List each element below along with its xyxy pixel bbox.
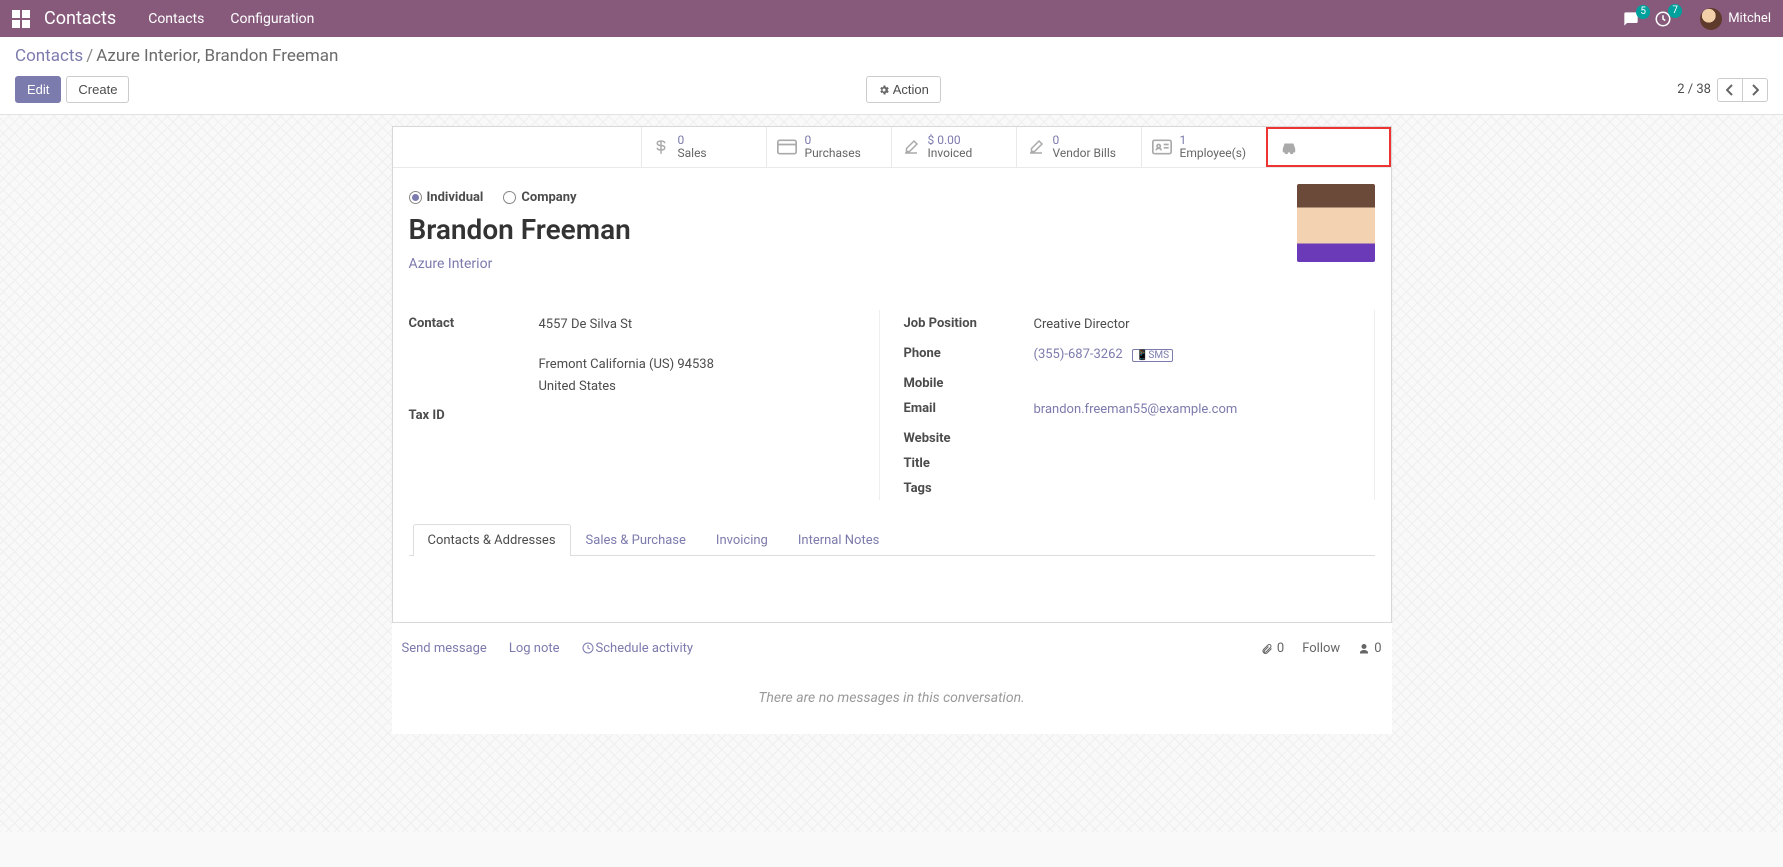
pager-prev-button[interactable]: [1717, 78, 1743, 102]
stat-invoiced[interactable]: $ 0.00Invoiced: [891, 127, 1016, 167]
chevron-right-icon: [1751, 84, 1759, 96]
tab-contacts-addresses[interactable]: Contacts & Addresses: [413, 524, 571, 556]
gear-icon: [878, 84, 890, 96]
send-message-button[interactable]: Send message: [402, 641, 487, 656]
contact-name: Brandon Freeman: [409, 213, 1375, 246]
tabs: Contacts & Addresses Sales & Purchase In…: [409, 524, 1375, 556]
value-phone: (355)-687-3262 📱SMS: [1034, 344, 1362, 366]
value-mobile: [1034, 374, 1362, 391]
followers-button[interactable]: 0: [1358, 641, 1381, 656]
chat-badge: 5: [1636, 5, 1650, 19]
tab-invoicing[interactable]: Invoicing: [701, 524, 783, 556]
breadcrumb: Contacts/Azure Interior, Brandon Freeman: [15, 46, 1768, 66]
user-avatar-icon: [1700, 8, 1722, 30]
value-address: 4557 De Silva St Fremont California (US)…: [539, 314, 867, 398]
edit-button[interactable]: Edit: [15, 76, 61, 103]
form-body: Individual Company Brandon Freeman Azure…: [393, 168, 1391, 622]
contact-type-radio: Individual Company: [409, 190, 1375, 205]
follow-button[interactable]: Follow: [1302, 641, 1340, 656]
chatter-empty: There are no messages in this conversati…: [402, 656, 1382, 734]
chat-icon[interactable]: 5: [1622, 11, 1640, 27]
value-tags: [1034, 479, 1362, 496]
breadcrumb-active: Azure Interior, Brandon Freeman: [96, 46, 338, 66]
label-title: Title: [904, 454, 1034, 471]
breadcrumb-root[interactable]: Contacts: [15, 46, 83, 66]
dollar-icon: [652, 136, 670, 158]
page-background: 0Sales 0Purchases $ 0.00Invoiced 0Vendor…: [0, 115, 1783, 832]
attachments-button[interactable]: 0: [1261, 641, 1284, 656]
pager[interactable]: 2 / 38: [1677, 82, 1711, 97]
nav-configuration[interactable]: Configuration: [230, 11, 314, 27]
main-navbar: Contacts Contacts Configuration 5 7 Mitc…: [0, 0, 1783, 37]
label-job-position: Job Position: [904, 314, 1034, 336]
stat-buttons-row: 0Sales 0Purchases $ 0.00Invoiced 0Vendor…: [393, 127, 1391, 168]
credit-card-icon: [777, 139, 797, 155]
email-link[interactable]: brandon.freeman55@example.com: [1034, 402, 1238, 417]
activity-badge: 7: [1668, 4, 1682, 18]
user-icon: [1358, 643, 1370, 655]
radio-individual[interactable]: Individual: [409, 190, 484, 205]
label-mobile: Mobile: [904, 374, 1034, 391]
create-button[interactable]: Create: [66, 76, 129, 103]
tab-content: [409, 556, 1375, 612]
radio-icon: [503, 191, 516, 204]
form-sheet: 0Sales 0Purchases $ 0.00Invoiced 0Vendor…: [392, 126, 1392, 623]
paperclip-icon: [1261, 642, 1273, 656]
label-phone: Phone: [904, 344, 1034, 366]
contact-avatar[interactable]: [1297, 184, 1375, 262]
pencil-square-icon: [902, 138, 920, 156]
label-website: Website: [904, 429, 1034, 446]
label-tags: Tags: [904, 479, 1034, 496]
stat-sales[interactable]: 0Sales: [641, 127, 766, 167]
stat-vendor-bills[interactable]: 0Vendor Bills: [1016, 127, 1141, 167]
sms-button[interactable]: 📱SMS: [1132, 349, 1173, 362]
value-taxid: [539, 406, 867, 423]
label-email: Email: [904, 399, 1034, 421]
label-contact: Contact: [409, 314, 539, 398]
log-note-button[interactable]: Log note: [509, 641, 560, 656]
apps-icon[interactable]: [12, 10, 30, 28]
pager-next-button[interactable]: [1743, 78, 1768, 102]
nav-contacts[interactable]: Contacts: [148, 11, 204, 27]
radio-icon: [409, 191, 422, 204]
pencil-square-icon: [1027, 138, 1045, 156]
phone-link[interactable]: (355)-687-3262: [1034, 347, 1123, 362]
tab-internal-notes[interactable]: Internal Notes: [783, 524, 894, 556]
action-button[interactable]: Action: [866, 76, 941, 103]
stat-purchases[interactable]: 0Purchases: [766, 127, 891, 167]
id-card-icon: [1152, 139, 1172, 155]
stat-cars[interactable]: [1266, 127, 1391, 167]
activity-icon[interactable]: 7: [1654, 10, 1672, 28]
fields-grid: Contact 4557 De Silva St Fremont Califor…: [409, 310, 1375, 500]
app-brand[interactable]: Contacts: [44, 8, 116, 29]
value-job-position: Creative Director: [1034, 314, 1362, 336]
user-menu[interactable]: Mitchel: [1700, 8, 1771, 30]
clock-icon: [582, 642, 594, 654]
control-panel: Contacts/Azure Interior, Brandon Freeman…: [0, 37, 1783, 115]
radio-company[interactable]: Company: [503, 190, 576, 205]
value-title: [1034, 454, 1362, 471]
tab-sales-purchase[interactable]: Sales & Purchase: [571, 524, 701, 556]
value-website: [1034, 429, 1362, 446]
chatter: Send message Log note Schedule activity …: [392, 623, 1392, 734]
label-taxid: Tax ID: [409, 406, 539, 423]
stat-employees[interactable]: 1Employee(s): [1141, 127, 1266, 167]
schedule-activity-button[interactable]: Schedule activity: [582, 641, 694, 656]
company-link[interactable]: Azure Interior: [409, 256, 493, 272]
car-icon: [1278, 139, 1300, 155]
chatter-topbar: Send message Log note Schedule activity …: [402, 641, 1382, 656]
chevron-left-icon: [1726, 84, 1734, 96]
user-name: Mitchel: [1728, 11, 1771, 26]
